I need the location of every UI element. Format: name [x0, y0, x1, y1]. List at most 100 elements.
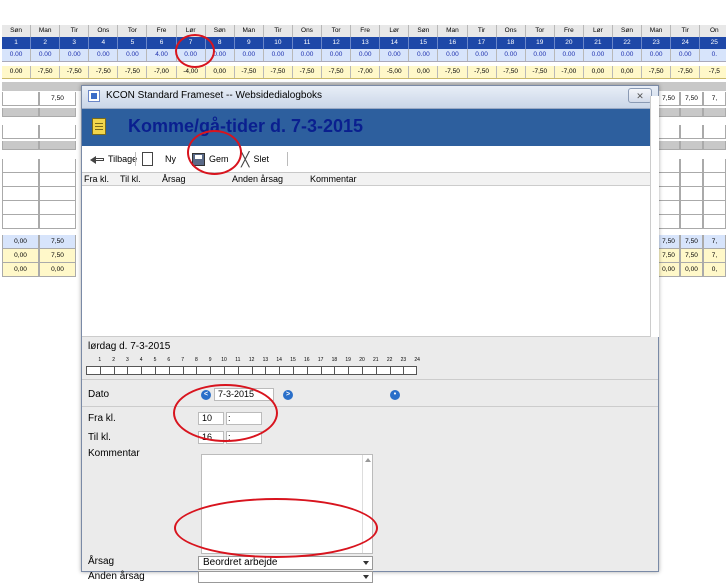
hour-box[interactable] — [375, 366, 390, 375]
norm-cell: -7,00 — [147, 66, 177, 78]
list-scrollbar[interactable] — [650, 96, 659, 337]
day-label: lørdag d. 7-3-2015 — [88, 341, 171, 352]
hour-box[interactable] — [154, 366, 169, 375]
hour-box[interactable] — [237, 366, 252, 375]
chevron-down-icon — [363, 575, 369, 579]
sheet-left-total: 0,00 7,50 — [2, 235, 76, 249]
hour-box[interactable] — [279, 366, 293, 375]
hour-number: 4 — [139, 357, 143, 363]
sheet-cell: 0,00 — [657, 263, 680, 277]
column-header[interactable]: Fra kl. — [84, 173, 109, 185]
other-reason-select[interactable] — [198, 571, 373, 583]
hours-cell: 0.00 — [351, 49, 381, 61]
hour-box[interactable] — [265, 366, 280, 375]
hour-boxes[interactable] — [86, 366, 418, 375]
calendar-icon[interactable]: • — [390, 390, 400, 400]
weekday-cell: Lør — [380, 25, 410, 37]
hour-number: 9 — [208, 357, 212, 363]
comment-textarea[interactable] — [201, 454, 373, 554]
norm-cell: -4,00 — [177, 66, 206, 78]
date-cell: 3 — [60, 37, 90, 49]
sheet-right-row — [657, 173, 726, 187]
reason-select[interactable]: Beordret arbejde — [198, 556, 373, 570]
weekday-cell: Søn — [206, 25, 235, 37]
hour-box[interactable] — [348, 366, 362, 375]
hour-number: 18 — [331, 357, 338, 363]
next-date-icon[interactable]: > — [283, 390, 293, 400]
hours-cell: 0.00 — [118, 49, 148, 61]
hour-box[interactable] — [223, 366, 238, 375]
back-label: Tilbage — [108, 154, 138, 164]
from-minute-input[interactable] — [226, 412, 262, 425]
hour-box[interactable] — [99, 366, 114, 375]
hour-box[interactable] — [113, 366, 128, 375]
norm-cell: -7,50 — [642, 66, 672, 78]
norm-cell: -7,50 — [60, 66, 90, 78]
hour-number: 21 — [373, 357, 379, 363]
save-button[interactable]: Gem — [192, 150, 229, 168]
hour-box[interactable] — [389, 366, 404, 375]
date-cell: 17 — [468, 37, 497, 49]
back-arrow-icon — [90, 155, 104, 164]
date-cell: 16 — [438, 37, 468, 49]
hour-number: 13 — [262, 357, 269, 363]
hours-cell: 0.00 — [322, 49, 352, 61]
sheet-cell: 7,50 — [657, 92, 680, 106]
norm-cell: -7,50 — [322, 66, 352, 78]
hour-number: 14 — [276, 357, 282, 363]
hour-box[interactable] — [306, 366, 321, 375]
sheet-right-row — [657, 125, 726, 139]
hour-box[interactable] — [196, 366, 211, 375]
hour-box[interactable] — [292, 366, 307, 375]
entries-list[interactable] — [82, 186, 658, 337]
column-header[interactable]: Anden årsag — [232, 173, 283, 185]
column-header[interactable]: Årsag — [162, 173, 186, 185]
to-minute-input[interactable] — [226, 431, 262, 444]
norm-cell: -5,00 — [380, 66, 410, 78]
hour-number: 12 — [248, 357, 255, 363]
hour-box[interactable] — [361, 366, 376, 375]
to-hour-input[interactable]: 16 — [198, 431, 224, 444]
weekday-cell: On — [700, 25, 726, 37]
date-field[interactable]: 7-3-2015 — [214, 388, 274, 401]
delete-button[interactable]: ╳ Slet — [241, 150, 269, 168]
hour-box[interactable] — [251, 366, 266, 375]
weekday-cell: Søn — [409, 25, 439, 37]
hour-box[interactable] — [127, 366, 142, 375]
column-header[interactable]: Kommentar — [310, 173, 357, 185]
hour-box[interactable] — [334, 366, 349, 375]
norm-cell: -7,50 — [293, 66, 323, 78]
hour-box[interactable] — [210, 366, 224, 375]
save-disk-icon — [192, 152, 205, 166]
toolbar: Tilbage Ny Gem ╳ Slet — [82, 146, 658, 173]
dialog-titlebar[interactable]: KCON Standard Frameset -- Websidedialogb… — [82, 86, 658, 109]
hour-box[interactable] — [141, 366, 155, 375]
back-button[interactable]: Tilbage — [90, 150, 137, 168]
column-header[interactable]: Til kl. — [120, 173, 141, 185]
sheet-right-gray — [657, 141, 726, 150]
hour-box[interactable] — [86, 366, 100, 375]
previous-date-icon[interactable]: < — [201, 390, 211, 400]
hour-box[interactable] — [403, 366, 418, 375]
new-button[interactable]: Ny — [142, 150, 176, 168]
hour-box[interactable] — [320, 366, 335, 375]
sheet-cell: 7,50 — [657, 249, 680, 263]
weekday-cell: Søn — [613, 25, 643, 37]
sheet-cell: 7, — [703, 249, 726, 263]
hour-box[interactable] — [182, 366, 197, 375]
from-hour-input[interactable]: 10 — [198, 412, 224, 425]
norm-cell: -7,50 — [438, 66, 468, 78]
dialog-header: Komme/gå-tider d. 7-3-2015 — [82, 109, 658, 146]
new-document-icon — [142, 152, 153, 166]
date-cell: 22 — [613, 37, 643, 49]
close-icon[interactable]: ✕ — [628, 88, 652, 103]
comment-scrollbar[interactable] — [362, 455, 372, 553]
hours-cell: 0.00 — [380, 49, 410, 61]
sheet-cell: 7,50 — [657, 235, 680, 249]
sheet-right-total: 7,50 7,50 7, — [657, 235, 726, 249]
date-cell: 1 — [2, 37, 32, 49]
hour-box[interactable] — [168, 366, 183, 375]
date-cell: 13 — [351, 37, 381, 49]
hours-cell: 4.00 — [147, 49, 177, 61]
norm-cell: -7,50 — [118, 66, 148, 78]
